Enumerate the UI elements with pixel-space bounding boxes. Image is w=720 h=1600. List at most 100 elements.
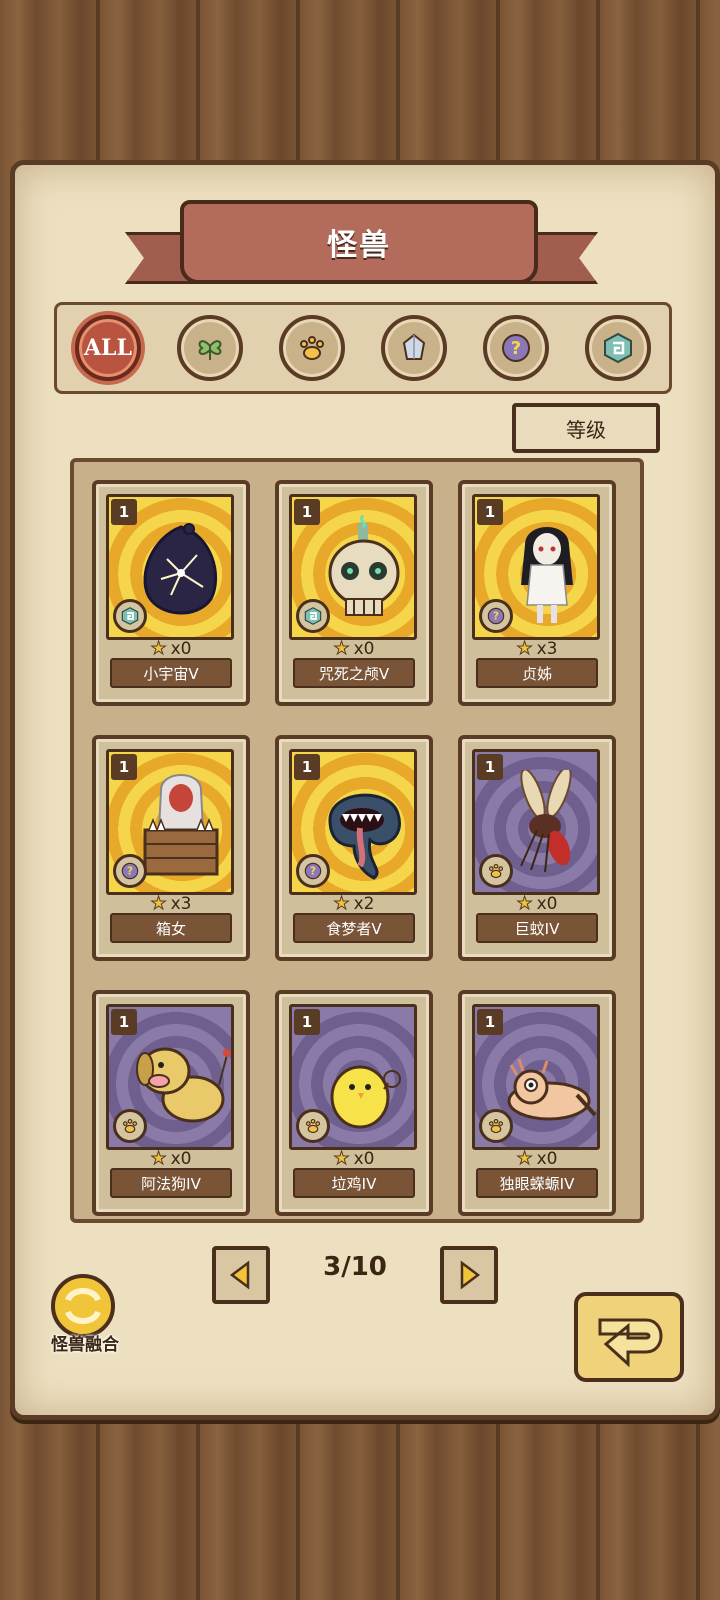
star-count-value: x3: [170, 894, 192, 914]
star-icon: ★: [333, 893, 350, 915]
level-badge: 1: [111, 499, 137, 525]
paw-icon: [479, 854, 513, 888]
star-count: ★ x0: [462, 893, 612, 915]
star-count: ★ x0: [96, 638, 246, 660]
star-icon: ★: [516, 1148, 533, 1170]
chick-image: [314, 1025, 414, 1135]
star-count: ★ x0: [462, 1148, 612, 1170]
sort-label: 等级: [566, 417, 606, 442]
question-icon: ?: [296, 854, 330, 888]
category-filter-bar: ALL ?: [54, 302, 672, 394]
question-icon: ?: [479, 599, 513, 633]
star-icon: ★: [333, 638, 350, 660]
monster-art: 1?: [472, 494, 600, 640]
monster-art: 1: [106, 494, 234, 640]
rune-icon: [296, 599, 330, 633]
level-badge: 1: [294, 499, 320, 525]
monster-card[interactable]: 1? ★ x2 食梦者V: [275, 735, 433, 961]
monster-fusion-button[interactable]: 怪兽融合: [30, 1270, 130, 1360]
back-button[interactable]: [572, 1290, 688, 1386]
rune-icon: [604, 332, 632, 364]
level-badge: 1: [477, 499, 503, 525]
monster-art: 1: [472, 749, 600, 895]
svg-text:?: ?: [310, 866, 316, 878]
star-count-value: x0: [536, 894, 558, 914]
page-indicator: 3/10: [323, 1252, 387, 1282]
question-icon: ?: [113, 854, 147, 888]
level-badge: 1: [111, 1009, 137, 1035]
star-count-value: x0: [536, 1149, 558, 1169]
monster-card[interactable]: 1 ★ x0 小宇宙V: [92, 480, 250, 706]
paw-icon: [300, 336, 324, 360]
monster-name: 食梦者V: [293, 913, 415, 943]
svg-text:?: ?: [493, 611, 499, 623]
monster-name: 巨蚊IV: [476, 913, 598, 943]
cosmic-orb-image: [131, 515, 231, 625]
crystal-icon: [402, 333, 426, 360]
monster-card[interactable]: 1 ★ x0 垃鸡IV: [275, 990, 433, 1216]
svg-text:?: ?: [511, 338, 521, 359]
monster-name: 独眼蝾螈IV: [476, 1168, 598, 1198]
filter-all-label: ALL: [83, 335, 132, 361]
monster-art: 1: [106, 1004, 234, 1150]
star-count: ★ x2: [279, 893, 429, 915]
ghost-girl-image: [497, 515, 597, 625]
giant-mosquito-image: [497, 766, 597, 880]
paw-icon: [479, 1109, 513, 1143]
skull-candle-image: [314, 514, 414, 625]
filter-crystal[interactable]: [381, 315, 447, 381]
star-icon: ★: [150, 638, 167, 660]
arrow-right-icon: [460, 1260, 481, 1290]
star-count-value: x3: [536, 639, 558, 659]
monster-card[interactable]: 1? ★ x3 贞姊: [458, 480, 616, 706]
dog-image: [131, 1025, 231, 1135]
star-icon: ★: [150, 1148, 167, 1170]
return-arrow-icon: [574, 1292, 684, 1382]
paw-icon: [113, 1109, 147, 1143]
level-badge: 1: [294, 754, 320, 780]
monster-name: 垃鸡IV: [293, 1168, 415, 1198]
level-badge: 1: [477, 754, 503, 780]
star-count-value: x0: [353, 1149, 375, 1169]
filter-leaf[interactable]: [177, 315, 243, 381]
prev-page-button[interactable]: [212, 1246, 270, 1304]
monster-name: 贞姊: [476, 658, 598, 688]
monster-card[interactable]: 1 ★ x0 巨蚊IV: [458, 735, 616, 961]
star-icon: ★: [333, 1148, 350, 1170]
monster-name: 箱女: [110, 913, 232, 943]
filter-rune[interactable]: [585, 315, 651, 381]
star-count: ★ x0: [279, 1148, 429, 1170]
level-badge: 1: [477, 1009, 503, 1035]
filter-all[interactable]: ALL: [75, 315, 141, 381]
filter-question[interactable]: ?: [483, 315, 549, 381]
next-page-button[interactable]: [440, 1246, 498, 1304]
star-icon: ★: [516, 893, 533, 915]
star-count: ★ x0: [279, 638, 429, 660]
salamander-image: [497, 1025, 597, 1135]
monster-name: 咒死之颅V: [293, 658, 415, 688]
box-woman-image: [131, 770, 231, 880]
monster-art: 1: [289, 1004, 417, 1150]
monster-card[interactable]: 1 ★ x0 阿法狗IV: [92, 990, 250, 1216]
monster-card[interactable]: 1 ★ x0 独眼蝾螈IV: [458, 990, 616, 1216]
paw-icon: [296, 1109, 330, 1143]
star-count: ★ x3: [462, 638, 612, 660]
monster-card[interactable]: 1? ★ x3 箱女: [92, 735, 250, 961]
title-banner: 怪兽: [180, 200, 538, 284]
monster-art: 1?: [289, 749, 417, 895]
monster-art: 1: [289, 494, 417, 640]
arrow-left-icon: [229, 1260, 250, 1290]
monster-art: 1: [472, 1004, 600, 1150]
level-badge: 1: [294, 1009, 320, 1035]
monster-card[interactable]: 1 ★ x0 咒死之颅V: [275, 480, 433, 706]
level-badge: 1: [111, 754, 137, 780]
sort-by-level-button[interactable]: 等级: [512, 403, 660, 453]
filter-paw[interactable]: [279, 315, 345, 381]
star-icon: ★: [150, 893, 167, 915]
star-icon: ★: [516, 638, 533, 660]
star-count-value: x0: [170, 1149, 192, 1169]
star-count-value: x2: [353, 894, 375, 914]
monster-name: 小宇宙V: [110, 658, 232, 688]
star-count-value: x0: [170, 639, 192, 659]
star-count: ★ x0: [96, 1148, 246, 1170]
